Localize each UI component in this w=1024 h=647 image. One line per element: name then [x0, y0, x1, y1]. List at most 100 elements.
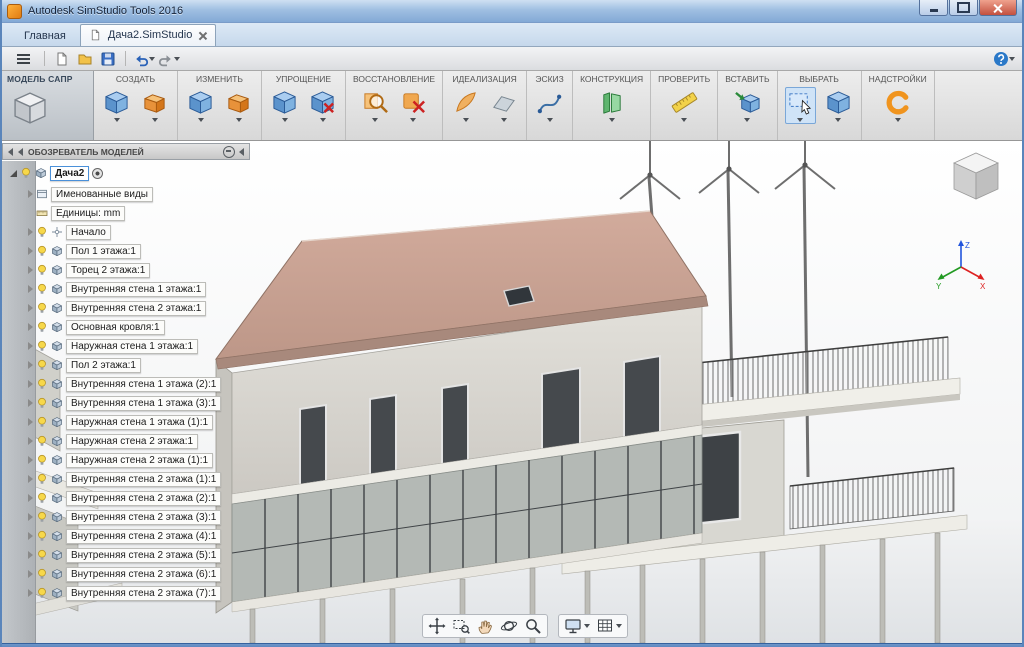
addins-button[interactable]: [882, 87, 913, 124]
insert-import-button[interactable]: [732, 87, 763, 124]
visibility-bulb-icon[interactable]: [36, 283, 48, 295]
expand-arrow-icon[interactable]: [28, 380, 33, 388]
tree-item[interactable]: Внутренняя стена 2 этажа (3):1: [28, 509, 221, 525]
undo-dropdown-icon[interactable]: [149, 57, 155, 61]
tree-root-node[interactable]: Дача2: [10, 165, 103, 181]
tree-root-label[interactable]: Дача2: [50, 166, 89, 181]
tree-item[interactable]: Внутренняя стена 1 этажа:1: [28, 281, 206, 297]
expand-arrow-icon[interactable]: [28, 190, 33, 198]
visibility-bulb-icon[interactable]: [36, 587, 48, 599]
tree-item[interactable]: Внутренняя стена 2 этажа (7):1: [28, 585, 221, 601]
expand-arrow-icon[interactable]: [28, 494, 33, 502]
visibility-bulb-icon[interactable]: [36, 511, 48, 523]
expand-arrow-icon[interactable]: [28, 228, 33, 236]
view-cube[interactable]: [944, 147, 1008, 212]
expand-arrow-icon[interactable]: [28, 323, 33, 331]
idealize-midsurface-button[interactable]: [488, 87, 519, 124]
tree-item[interactable]: Торец 2 этажа:1: [28, 262, 150, 278]
expand-arrow-icon[interactable]: [28, 304, 33, 312]
tree-item[interactable]: Внутренняя стена 1 этажа (3):1: [28, 395, 221, 411]
tree-item[interactable]: Наружная стена 2 этажа (1):1: [28, 452, 213, 468]
house-model[interactable]: [216, 211, 708, 613]
expand-arrow-icon[interactable]: [28, 285, 33, 293]
minimize-button[interactable]: [919, 0, 948, 16]
tree-item[interactable]: Наружная стена 1 этажа:1: [28, 338, 198, 354]
visibility-bulb-icon[interactable]: [36, 492, 48, 504]
create-extrude-button[interactable]: [139, 87, 170, 124]
visibility-bulb-icon[interactable]: [36, 549, 48, 561]
tree-item[interactable]: Внутренняя стена 2 этажа (1):1: [28, 471, 221, 487]
save-button[interactable]: [98, 49, 118, 68]
panel-collapse-icon[interactable]: [239, 148, 244, 156]
redo-dropdown-icon[interactable]: [174, 57, 180, 61]
tab-document[interactable]: Дача2.SimStudio: [80, 24, 216, 46]
tree-item[interactable]: Внутренняя стена 2 этажа (4):1: [28, 528, 221, 544]
visibility-bulb-icon[interactable]: [36, 435, 48, 447]
orbit-tool-button[interactable]: [499, 616, 519, 636]
visibility-bulb-icon[interactable]: [36, 568, 48, 580]
visibility-bulb-icon[interactable]: [36, 302, 48, 314]
simplify-remove-button[interactable]: [307, 87, 338, 124]
grid-settings-button[interactable]: [595, 616, 623, 636]
expand-arrow-icon[interactable]: [28, 475, 33, 483]
simplify-edit-button[interactable]: [269, 87, 300, 124]
expand-arrow-icon[interactable]: [28, 361, 33, 369]
sketch-spline-button[interactable]: [534, 87, 565, 124]
tree-item[interactable]: Пол 1 этажа:1: [28, 243, 141, 259]
create-solid-button[interactable]: [101, 87, 132, 124]
visibility-bulb-icon[interactable]: [36, 359, 48, 371]
collapse-chevron-icon[interactable]: [18, 148, 23, 156]
open-file-button[interactable]: [75, 49, 95, 68]
visibility-bulb-icon[interactable]: [36, 530, 48, 542]
tree-item[interactable]: Основная кровля:1: [28, 319, 165, 335]
visibility-bulb-icon[interactable]: [36, 340, 48, 352]
expand-arrow-icon[interactable]: [10, 170, 17, 177]
maximize-button[interactable]: [949, 0, 978, 16]
display-mode-button[interactable]: [563, 616, 591, 636]
tree-item[interactable]: Внутренняя стена 2 этажа (6):1: [28, 566, 221, 582]
visibility-bulb-icon[interactable]: [36, 416, 48, 428]
visibility-bulb-icon[interactable]: [36, 226, 48, 238]
select-solid-button[interactable]: [823, 87, 854, 124]
app-menu-button[interactable]: [9, 49, 37, 68]
tree-item[interactable]: Внутренняя стена 2 этажа:1: [28, 300, 206, 316]
visibility-bulb-icon[interactable]: [36, 264, 48, 276]
redo-button[interactable]: [158, 49, 180, 68]
tree-item-units[interactable]: Единицы: mm: [28, 205, 125, 221]
model-browser-header[interactable]: ОБОЗРЕВАТЕЛЬ МОДЕЛЕЙ: [2, 143, 250, 160]
tree-item[interactable]: Наружная стена 2 этажа:1: [28, 433, 198, 449]
visibility-bulb-icon[interactable]: [36, 378, 48, 390]
coordinate-triad[interactable]: Z X Y: [934, 237, 988, 296]
zoom-tool-button[interactable]: [523, 616, 543, 636]
expand-arrow-icon[interactable]: [28, 570, 33, 578]
tree-item-named-views[interactable]: Именованные виды: [28, 186, 153, 202]
autohide-pin-icon[interactable]: [223, 146, 235, 158]
ground-marker-icon[interactable]: [92, 168, 103, 179]
expand-arrow-icon[interactable]: [28, 513, 33, 521]
tree-item[interactable]: Внутренняя стена 2 этажа (5):1: [28, 547, 221, 563]
new-file-button[interactable]: [52, 49, 72, 68]
hand-tool-button[interactable]: [475, 616, 495, 636]
visibility-bulb-icon[interactable]: [36, 473, 48, 485]
zoom-window-button[interactable]: [451, 616, 471, 636]
expand-arrow-icon[interactable]: [28, 418, 33, 426]
visibility-bulb-icon[interactable]: [36, 245, 48, 257]
expand-arrow-icon[interactable]: [28, 532, 33, 540]
visibility-bulb-icon[interactable]: [36, 321, 48, 333]
title-bar[interactable]: Autodesk SimStudio Tools 2016: [2, 0, 1022, 23]
expand-arrow-icon[interactable]: [28, 399, 33, 407]
display-dropdown-icon[interactable]: [584, 624, 590, 628]
expand-arrow-icon[interactable]: [28, 437, 33, 445]
modify-pattern-button[interactable]: [223, 87, 254, 124]
expand-arrow-icon[interactable]: [28, 266, 33, 274]
tree-item[interactable]: Внутренняя стена 1 этажа (2):1: [28, 376, 221, 392]
expand-arrow-icon[interactable]: [28, 551, 33, 559]
visibility-bulb-icon[interactable]: [36, 397, 48, 409]
idealize-shell-button[interactable]: [450, 87, 481, 124]
visibility-bulb-icon[interactable]: [36, 454, 48, 466]
help-button[interactable]: [993, 49, 1015, 68]
expand-arrow-icon[interactable]: [28, 589, 33, 597]
tree-item[interactable]: Наружная стена 1 этажа (1):1: [28, 414, 213, 430]
visibility-bulb-icon[interactable]: [20, 167, 32, 179]
tree-item[interactable]: Пол 2 этажа:1: [28, 357, 141, 373]
